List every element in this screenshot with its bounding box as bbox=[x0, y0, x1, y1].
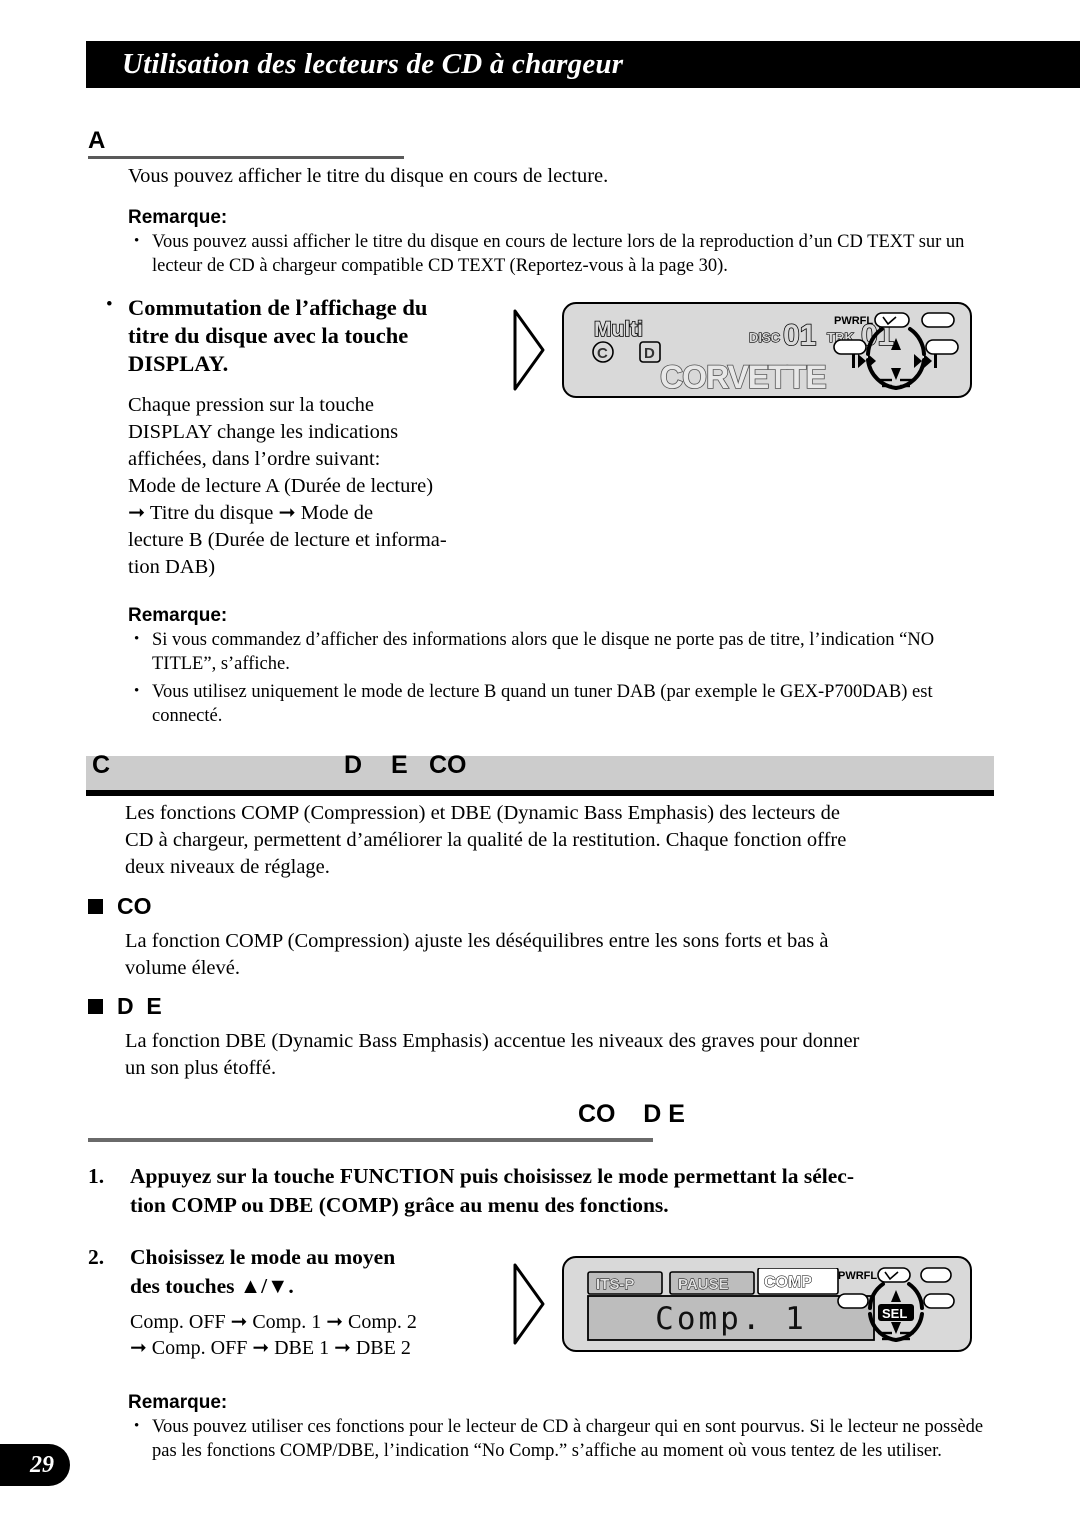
list-item: Si vous commandez d’afficher des informa… bbox=[128, 627, 988, 676]
body-line-4: Mode de lecture A (Durée de lecture) bbox=[128, 475, 434, 497]
subsection-dbe-body: La fonction DBE (Dynamic Bass Emphasis) … bbox=[125, 1028, 995, 1082]
remarque-title: Remarque: bbox=[128, 1392, 228, 1413]
section-a-rule bbox=[88, 156, 404, 159]
subsection-comp-body: La fonction COMP (Compression) ajuste le… bbox=[125, 928, 995, 982]
body-line-2: un son plus étoffé. bbox=[125, 1057, 277, 1079]
page-header-bar: Utilisation des lecteurs de CD à chargeu… bbox=[86, 41, 1080, 88]
body-line-3: affichées, dans l’ordre suivant: bbox=[128, 448, 381, 470]
display-switch-body: Chaque pression sur la touche DISPLAY ch… bbox=[128, 392, 508, 581]
step-number: 1. bbox=[88, 1164, 105, 1188]
subsection-label: CO bbox=[117, 893, 152, 919]
bullet-marker-row: Commutation de l’affichage du titre du d… bbox=[98, 294, 488, 378]
body-line-1: La fonction DBE (Dynamic Bass Emphasis) … bbox=[125, 1030, 860, 1052]
step-text: Choisissez le mode au moyen des touches … bbox=[130, 1243, 417, 1361]
remarque-block-1: Remarque: Vous pouvez aussi afficher le … bbox=[128, 206, 988, 278]
remarque-list: Vous pouvez utiliser ces fonctions pour … bbox=[128, 1414, 988, 1463]
step-number: 2. bbox=[88, 1245, 105, 1269]
body-line-2: CD à chargeur, permettent d’améliorer la… bbox=[125, 829, 847, 851]
list-item: Vous pouvez utiliser ces fonctions pour … bbox=[128, 1414, 988, 1463]
page-number: 29 bbox=[30, 1451, 54, 1478]
band-letter-2: D bbox=[344, 751, 363, 779]
svg-text:Multi: Multi bbox=[594, 318, 643, 341]
remarque-title: Remarque: bbox=[128, 207, 228, 228]
control-pad-icon: PWRFL bbox=[833, 312, 959, 390]
remarque-list: Vous pouvez aussi afficher le titre du d… bbox=[128, 229, 988, 278]
document-page: Utilisation des lecteurs de CD à chargeu… bbox=[0, 0, 1080, 1533]
square-bullet-icon bbox=[88, 899, 103, 914]
svg-text:PWRFL: PWRFL bbox=[838, 1270, 877, 1282]
svg-text:CORVETTE: CORVETTE bbox=[660, 359, 826, 395]
steps-heading-rule bbox=[88, 1138, 653, 1142]
display-switch-heading: Commutation de l’affichage du titre du d… bbox=[98, 294, 488, 378]
body-line-1: La fonction COMP (Compression) ajuste le… bbox=[125, 930, 829, 952]
svg-text:D: D bbox=[644, 345, 655, 362]
svg-text:SEL: SEL bbox=[882, 1306, 907, 1321]
remarque-list: Si vous commandez d’afficher des informa… bbox=[128, 627, 988, 728]
square-bullet-icon bbox=[88, 999, 103, 1014]
svg-text:01: 01 bbox=[783, 319, 816, 352]
step-line-1: Appuyez sur la touche FUNCTION puis choi… bbox=[130, 1164, 854, 1188]
body-line-1: Chaque pression sur la touche bbox=[128, 394, 374, 416]
subsection-label: D E bbox=[117, 993, 162, 1019]
page-number-tab: 29 bbox=[0, 1444, 70, 1486]
body-line-7: tion DAB) bbox=[128, 556, 216, 578]
step-1: 1. Appuyez sur la touche FUNCTION puis c… bbox=[88, 1162, 988, 1220]
body-line-2: DISPLAY change les indications bbox=[128, 421, 399, 443]
body-line-1: Les fonctions COMP (Compression) et DBE … bbox=[125, 802, 840, 824]
band-letter-1: C bbox=[92, 751, 111, 779]
remarque-block-3: Remarque: Vous pouvez utiliser ces fonct… bbox=[128, 1391, 988, 1463]
section-a-label: A bbox=[88, 127, 106, 154]
band-letter-4: CO bbox=[429, 751, 467, 779]
lcd-illustration-1: Multi C D DISC 01 TRK 01 CORVETTE PWRFL bbox=[512, 302, 972, 398]
section-c-heading: C D E CO bbox=[86, 751, 994, 796]
section-c-body: Les fonctions COMP (Compression) et DBE … bbox=[125, 800, 995, 881]
body-line-2: volume élevé. bbox=[125, 957, 240, 979]
lcd-illustration-2: ITS-P PAUSE COMP Comp. 1 PWRFL SEL bbox=[512, 1256, 972, 1352]
arrow-pointer-icon bbox=[513, 1263, 545, 1345]
heading-line-2: titre du disque avec la touche bbox=[128, 323, 409, 348]
body-line-5: ➞ Titre du disque ➞ Mode de bbox=[128, 502, 374, 524]
section-a-intro: Vous pouvez afficher le titre du disque … bbox=[128, 165, 609, 187]
list-item: Vous utilisez uniquement le mode de lect… bbox=[128, 679, 988, 728]
page-title: Utilisation des lecteurs de CD à chargeu… bbox=[122, 48, 624, 80]
svg-text:COMP: COMP bbox=[764, 1274, 812, 1291]
step-line-2: des touches ▲/▼. bbox=[130, 1274, 294, 1298]
step-line-2: tion COMP ou DBE (COMP) grâce au menu de… bbox=[130, 1193, 669, 1217]
subsection-comp-heading: CO bbox=[88, 893, 152, 920]
heading-line-1: Commutation de l’affichage du bbox=[128, 295, 428, 320]
body-line-3: deux niveaux de réglage. bbox=[125, 856, 330, 878]
svg-text:DISC: DISC bbox=[749, 330, 781, 345]
body-line-6: lecture B (Durée de lecture et informa- bbox=[128, 529, 447, 551]
section-c-underline bbox=[86, 790, 994, 796]
svg-text:PAUSE: PAUSE bbox=[678, 1276, 729, 1293]
arrow-pointer-icon bbox=[513, 309, 545, 391]
remarque-title: Remarque: bbox=[128, 605, 228, 626]
step-2: 2. Choisissez le mode au moyen des touch… bbox=[88, 1243, 528, 1361]
svg-text:PWRFL: PWRFL bbox=[834, 315, 873, 327]
step-sub-line-2: ➞ Comp. OFF ➞ DBE 1 ➞ DBE 2 bbox=[130, 1337, 411, 1359]
section-c-band: C D E CO bbox=[86, 751, 994, 790]
step-sub-line-1: Comp. OFF ➞ Comp. 1 ➞ Comp. 2 bbox=[130, 1311, 417, 1333]
control-pad-sel-icon: PWRFL SEL bbox=[837, 1267, 955, 1342]
disc-title-text: CORVETTE bbox=[659, 358, 828, 396]
remarque-block-2: Remarque: Si vous commandez d’afficher d… bbox=[128, 604, 988, 728]
svg-text:ITS-P: ITS-P bbox=[596, 1276, 634, 1293]
subsection-dbe-heading: D E bbox=[88, 993, 162, 1020]
step-line-1: Choisissez le mode au moyen bbox=[130, 1245, 396, 1269]
lcd-readout-text: Comp. 1 bbox=[655, 1301, 807, 1337]
svg-text:C: C bbox=[597, 345, 608, 362]
section-a-heading: A bbox=[88, 128, 408, 159]
steps-heading-label: CO D E bbox=[578, 1100, 685, 1128]
lcd-panel-1: Multi C D DISC 01 TRK 01 CORVETTE PWRFL bbox=[562, 302, 972, 398]
list-item: Vous pouvez aussi afficher le titre du d… bbox=[128, 229, 988, 278]
heading-line-3: DISPLAY. bbox=[128, 351, 229, 376]
band-letter-3: E bbox=[391, 751, 408, 779]
lcd-panel-2: ITS-P PAUSE COMP Comp. 1 PWRFL SEL bbox=[562, 1256, 972, 1352]
step-text: Appuyez sur la touche FUNCTION puis choi… bbox=[130, 1162, 854, 1220]
